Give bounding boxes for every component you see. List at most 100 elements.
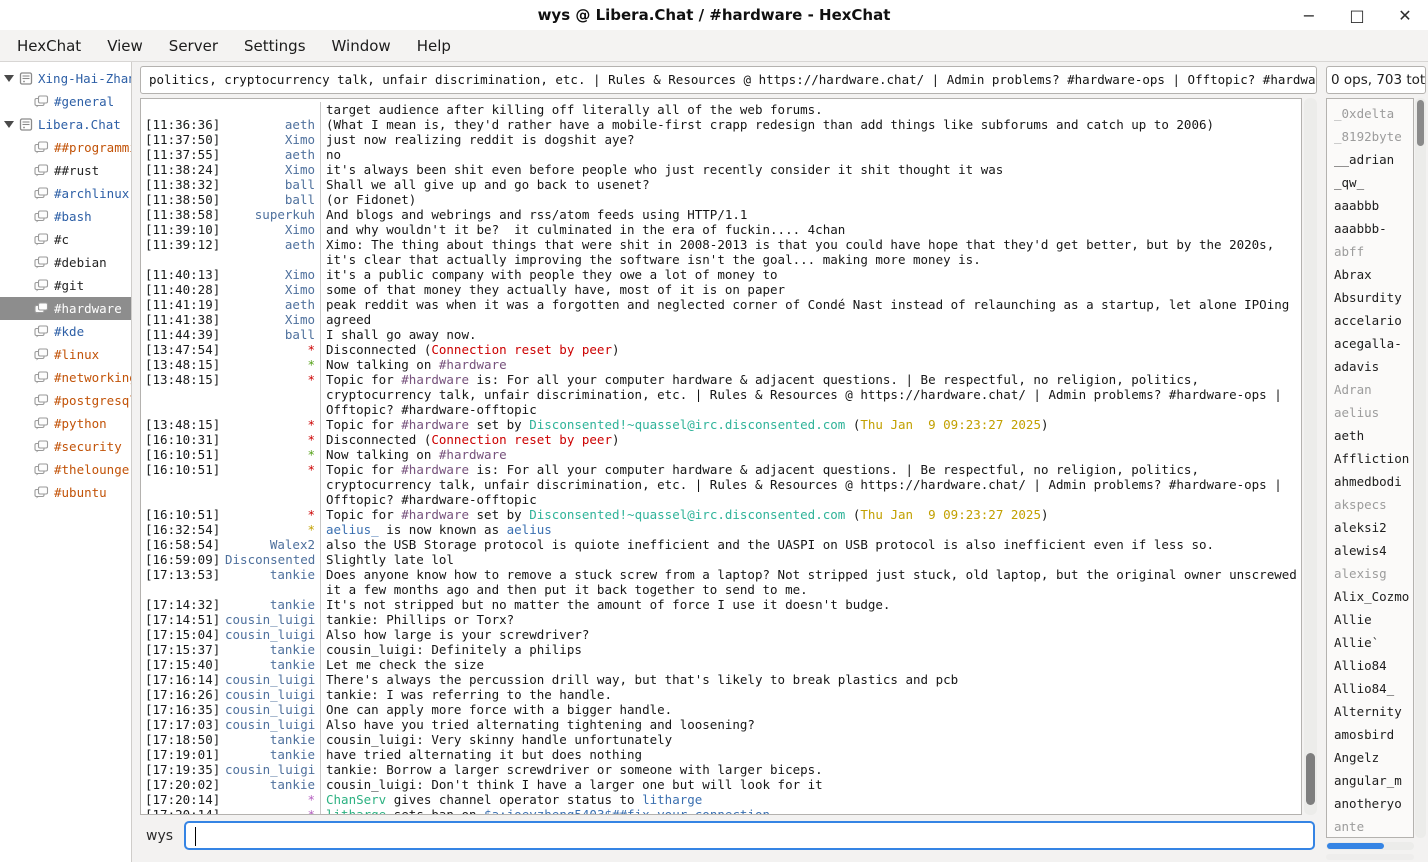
user-list-item[interactable]: Alternity	[1327, 700, 1413, 723]
timestamp: [11:40:28]	[143, 282, 225, 297]
sidebar-item-bash[interactable]: #bash	[0, 205, 131, 228]
sidebar-item-linux[interactable]: #linux	[0, 343, 131, 366]
user-list-item[interactable]: Angelz	[1327, 746, 1413, 769]
user-list-item[interactable]: amosbird	[1327, 723, 1413, 746]
timestamp: [17:20:14]	[143, 807, 225, 815]
message-text: I shall go away now.	[321, 327, 1301, 342]
sidebar-item-general[interactable]: #general	[0, 90, 131, 113]
user-list-item[interactable]: abff	[1327, 240, 1413, 263]
menu-help[interactable]: Help	[404, 32, 464, 60]
chat-scrollbar[interactable]	[1304, 98, 1317, 815]
user-list-item[interactable]: ahmedbodi	[1327, 470, 1413, 493]
user-list-item[interactable]: aaabbb	[1327, 194, 1413, 217]
sidebar-item-networking[interactable]: #networking	[0, 366, 131, 389]
user-list-item[interactable]: Allio84_	[1327, 677, 1413, 700]
user-list-item[interactable]: __adrian	[1327, 148, 1413, 171]
user-list-item[interactable]: Adran	[1327, 378, 1413, 401]
user-list-item[interactable]: angular_m	[1327, 769, 1413, 792]
user-list-item[interactable]: aaabbb-	[1327, 217, 1413, 240]
menu-settings[interactable]: Settings	[231, 32, 319, 60]
sidebar-item-archlinux[interactable]: #archlinux	[0, 182, 131, 205]
sidebar-item-label: ##programming	[54, 140, 131, 155]
user-list-item[interactable]: _8192byte	[1327, 125, 1413, 148]
sidebar-item-libera-chat[interactable]: Libera.Chat	[0, 113, 131, 136]
message-text: it's always been shit even before people…	[321, 162, 1301, 177]
user-list-item[interactable]: ante	[1327, 815, 1413, 838]
chat-message: [11:38:50]ball(or Fidonet)	[143, 192, 1301, 207]
user-list-item[interactable]: Abrax	[1327, 263, 1413, 286]
userlist-scrollbar[interactable]	[1415, 98, 1426, 838]
sidebar-item-rust[interactable]: ##rust	[0, 159, 131, 182]
user-list-item[interactable]: _0xdelta	[1327, 102, 1413, 125]
channel-icon	[34, 302, 49, 315]
timestamp: [17:14:32]	[143, 597, 225, 612]
user-list-item[interactable]: Allio84	[1327, 654, 1413, 677]
message-text: Slightly late lol	[321, 552, 1301, 567]
user-list-item[interactable]: Absurdity	[1327, 286, 1413, 309]
sidebar-item-git[interactable]: #git	[0, 274, 131, 297]
expander-icon[interactable]	[4, 121, 14, 128]
user-list-item[interactable]: Affliction	[1327, 447, 1413, 470]
user-list-item[interactable]: akspecs	[1327, 493, 1413, 516]
user-list-item[interactable]: Allie	[1327, 608, 1413, 631]
user-list-item[interactable]: aeth	[1327, 424, 1413, 447]
user-list-item[interactable]: accelario	[1327, 309, 1413, 332]
sidebar-item-thelounge[interactable]: #thelounge	[0, 458, 131, 481]
maximize-icon[interactable]: □	[1348, 6, 1366, 25]
user-list-item[interactable]: Alix_Cozmo	[1327, 585, 1413, 608]
sidebar-item-xing-hai-zhan[interactable]: Xing-Hai-Zhan	[0, 67, 131, 90]
own-nick-label[interactable]: wys	[146, 828, 173, 844]
menu-server[interactable]: Server	[156, 32, 231, 60]
sidebar-item-debian[interactable]: #debian	[0, 251, 131, 274]
message-text: ChanServ gives channel operator status t…	[321, 792, 1301, 807]
sidebar-item-postgresql[interactable]: #postgresql	[0, 389, 131, 412]
menu-window[interactable]: Window	[319, 32, 404, 60]
user-list-item[interactable]: Allie`	[1327, 631, 1413, 654]
chat-message: [11:41:19]aethpeak reddit was when it wa…	[143, 297, 1301, 312]
center-column: politics, cryptocurrency talk, unfair di…	[132, 62, 1321, 862]
sidebar-item-programming[interactable]: ##programming	[0, 136, 131, 159]
channel-icon	[34, 279, 49, 292]
menu-hexchat[interactable]: HexChat	[4, 32, 94, 60]
chat-message: [11:38:24]Ximoit's always been shit even…	[143, 162, 1301, 177]
userlist-hscrollbar-thumb[interactable]	[1327, 843, 1384, 849]
channel-icon	[34, 486, 49, 499]
user-list-item[interactable]: alexisg	[1327, 562, 1413, 585]
user-list-item[interactable]: adavis	[1327, 355, 1413, 378]
chat-scrollbar-thumb[interactable]	[1306, 753, 1315, 805]
chat-message: [17:16:14]cousin_luigiThere's always the…	[143, 672, 1301, 687]
userlist-hscrollbar[interactable]	[1326, 842, 1414, 850]
system-star: *	[225, 807, 321, 815]
userlist-wrap: _0xdelta_8192byte__adrian_qw_aaabbbaaabb…	[1326, 98, 1426, 838]
sidebar-item-label: #kde	[54, 324, 84, 339]
user-list-item[interactable]: aleksi2	[1327, 516, 1413, 539]
sidebar-item-python[interactable]: #python	[0, 412, 131, 435]
message-text: Topic for #hardware is: For all your com…	[321, 372, 1301, 417]
minimize-icon[interactable]: −	[1300, 6, 1318, 25]
nick: aeth	[225, 147, 321, 162]
user-list-item[interactable]: _qw_	[1327, 171, 1413, 194]
user-list-item[interactable]: acegalla-	[1327, 332, 1413, 355]
sidebar-item-c[interactable]: #c	[0, 228, 131, 251]
nick: Walex2	[225, 537, 321, 552]
sidebar-item-security[interactable]: #security	[0, 435, 131, 458]
expander-icon[interactable]	[4, 75, 14, 82]
nick: cousin_luigi	[225, 672, 321, 687]
timestamp: [17:16:35]	[143, 702, 225, 717]
message-input[interactable]	[184, 821, 1315, 850]
timestamp: [11:38:24]	[143, 162, 225, 177]
user-list-item[interactable]: aelius	[1327, 401, 1413, 424]
message-text: Topic for #hardware is: For all your com…	[321, 462, 1301, 507]
close-icon[interactable]: ✕	[1396, 6, 1414, 25]
chat-message: [16:10:31]*Disconnected (Connection rese…	[143, 432, 1301, 447]
userlist-scrollbar-thumb[interactable]	[1417, 100, 1424, 146]
user-list-item[interactable]: anotheryo	[1327, 792, 1413, 815]
sidebar-item-kde[interactable]: #kde	[0, 320, 131, 343]
sidebar-item-hardware[interactable]: #hardware	[0, 297, 131, 320]
menu-view[interactable]: View	[94, 32, 156, 60]
user-list-item[interactable]: alewis4	[1327, 539, 1413, 562]
message-text: some of that money they actually have, m…	[321, 282, 1301, 297]
topic-input[interactable]: politics, cryptocurrency talk, unfair di…	[140, 66, 1317, 94]
message-text: aelius_ is now known as aelius	[321, 522, 1301, 537]
sidebar-item-ubuntu[interactable]: #ubuntu	[0, 481, 131, 504]
